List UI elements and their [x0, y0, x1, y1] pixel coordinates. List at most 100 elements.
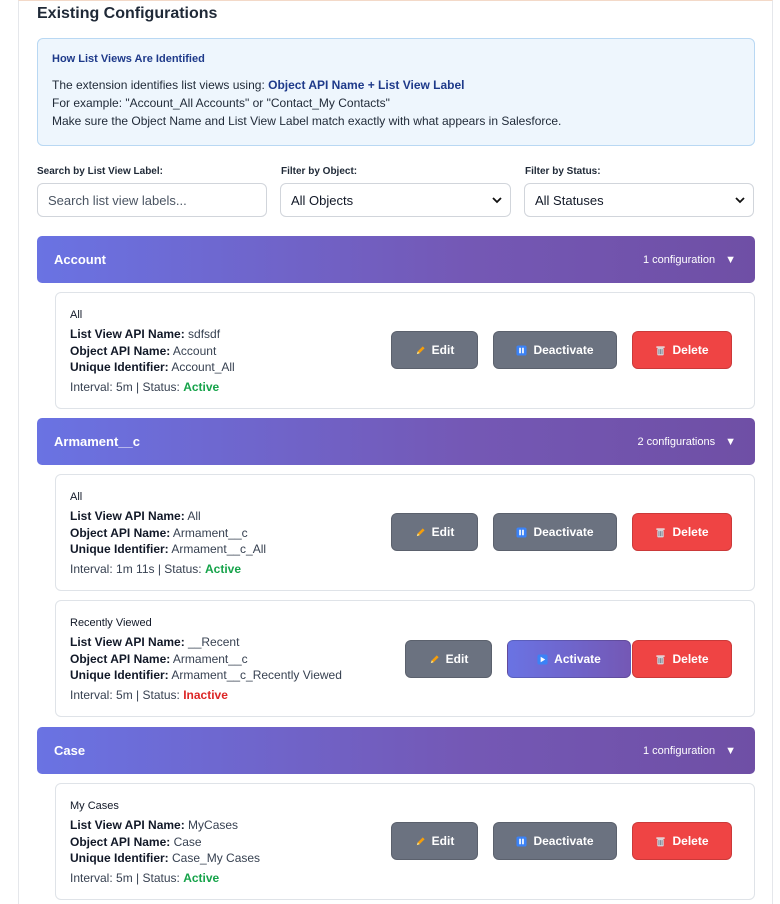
info-line-1-text: The extension identifies list views usin…: [52, 78, 269, 92]
object-api-name-value: Case: [173, 835, 202, 849]
config-title: Recently Viewed: [70, 617, 152, 629]
status-label: | Status:: [132, 688, 184, 702]
interval-status-line: Interval: 5m | Status: Active: [70, 871, 219, 885]
edit-button[interactable]: Edit: [405, 640, 492, 678]
info-line-2: For example: "Account_All Accounts" or "…: [52, 96, 390, 110]
deactivate-label: Deactivate: [533, 525, 594, 539]
deactivate-button[interactable]: Deactivate: [493, 513, 617, 551]
api-name-line: List View API Name: All: [70, 509, 201, 523]
edit-button[interactable]: Edit: [391, 822, 478, 860]
edit-label: Edit: [431, 834, 455, 848]
delete-label: Delete: [672, 525, 709, 539]
activate-label: Activate: [554, 652, 601, 666]
config-title: My Cases: [70, 800, 119, 812]
interval-value: 5m: [116, 871, 133, 885]
interval-label: Interval:: [70, 380, 117, 394]
unique-identifier-value: Case_My Cases: [172, 851, 261, 865]
unique-identifier-line: Unique Identifier: Account_All: [70, 360, 235, 374]
group-header-account[interactable]: Account 1 configuration ▼: [37, 236, 755, 283]
chevron-down-icon: [492, 197, 502, 204]
triangle-down-icon: ▼: [725, 435, 736, 448]
config-title: All: [70, 491, 83, 503]
trash-icon: [656, 527, 666, 537]
group-header-armament[interactable]: Armament__c 2 configurations ▼: [37, 418, 755, 465]
activate-button[interactable]: Activate: [507, 640, 631, 678]
delete-button[interactable]: Delete: [632, 513, 732, 551]
api-name-line: List View API Name: __Recent: [70, 635, 239, 649]
interval-status-line: Interval: 5m | Status: Inactive: [70, 688, 228, 702]
api-name-value: All: [187, 509, 201, 523]
status-label: | Status:: [154, 562, 205, 576]
edit-label: Edit: [445, 652, 469, 666]
interval-status-line: Interval: 1m 11s | Status: Active: [70, 562, 241, 576]
pause-icon: [516, 344, 528, 356]
page-title: Existing Configurations: [37, 5, 218, 22]
config-title: All: [70, 309, 83, 321]
unique-identifier-value: Armament__c_All: [171, 542, 267, 556]
interval-label: Interval:: [70, 688, 117, 702]
deactivate-label: Deactivate: [533, 834, 594, 848]
unique-identifier-line: Unique Identifier: Armament__c_All: [70, 542, 266, 556]
edit-label: Edit: [431, 343, 455, 357]
unique-identifier-label: Unique Identifier:: [70, 851, 169, 865]
api-name-value: sdfsdf: [188, 327, 221, 341]
deactivate-label: Deactivate: [533, 343, 594, 357]
triangle-down-icon: ▼: [725, 744, 736, 757]
info-line-1-bold: Object API Name + List View Label: [268, 78, 465, 92]
api-name-line: List View API Name: MyCases: [70, 818, 238, 832]
edit-button[interactable]: Edit: [391, 331, 478, 369]
unique-identifier-value: Armament__c_Recently Viewed: [171, 668, 342, 682]
api-name-line: List View API Name: sdfsdf: [70, 327, 220, 341]
unique-identifier-label: Unique Identifier:: [70, 668, 169, 682]
object-api-name-value: Account: [172, 344, 217, 358]
info-line-3: Make sure the Object Name and List View …: [52, 114, 562, 128]
chevron-down-icon: [735, 197, 745, 204]
delete-button[interactable]: Delete: [632, 822, 732, 860]
pause-icon: [516, 835, 528, 847]
object-api-name-line: Object API Name: Case: [70, 835, 202, 849]
object-api-name-line: Object API Name: Account: [70, 344, 216, 358]
interval-value: 1m 11s: [116, 562, 155, 576]
interval-label: Interval:: [70, 871, 117, 885]
object-api-name-label: Object API Name:: [70, 835, 171, 849]
group-header-case[interactable]: Case 1 configuration ▼: [37, 727, 755, 774]
deactivate-button[interactable]: Deactivate: [493, 822, 617, 860]
group-name: Case: [54, 743, 86, 758]
interval-value: 5m: [116, 688, 133, 702]
object-filter-select[interactable]: All Objects: [280, 183, 511, 217]
api-name-value: MyCases: [188, 818, 239, 832]
unique-identifier-line: Unique Identifier: Case_My Cases: [70, 851, 260, 865]
play-icon: [537, 653, 548, 665]
trash-icon: [656, 345, 666, 355]
group-count: 1 configuration: [642, 744, 716, 757]
group-name: Account: [54, 252, 106, 267]
edit-button[interactable]: Edit: [391, 513, 478, 551]
delete-label: Delete: [672, 343, 709, 357]
status-filter-label: Filter by Status:: [525, 166, 601, 177]
interval-status-line: Interval: 5m | Status: Active: [70, 380, 219, 394]
info-title: How List Views Are Identified: [52, 53, 205, 65]
status-filter-value: All Statuses: [535, 192, 604, 208]
api-name-label: List View API Name:: [70, 509, 185, 523]
object-api-name-label: Object API Name:: [70, 344, 171, 358]
pencil-icon: [416, 527, 425, 536]
delete-button[interactable]: Delete: [632, 640, 732, 678]
status-label: | Status:: [132, 380, 184, 394]
info-box: How List Views Are Identified The extens…: [37, 38, 755, 146]
status-filter-select[interactable]: All Statuses: [524, 183, 754, 217]
deactivate-button[interactable]: Deactivate: [493, 331, 617, 369]
pause-icon: [516, 526, 528, 538]
object-filter-value: All Objects: [291, 192, 354, 208]
object-api-name-value: Armament__c: [172, 652, 248, 666]
status-value: Inactive: [183, 688, 228, 702]
delete-button[interactable]: Delete: [632, 331, 732, 369]
object-api-name-label: Object API Name:: [70, 526, 171, 540]
object-api-name-line: Object API Name: Armament__c: [70, 526, 248, 540]
status-value: Active: [204, 562, 242, 576]
search-input[interactable]: Search list view labels...: [37, 183, 267, 217]
api-name-label: List View API Name:: [70, 635, 185, 649]
interval-label: Interval:: [70, 562, 117, 576]
group-name: Armament__c: [54, 434, 140, 449]
trash-icon: [656, 836, 666, 846]
info-line-1: The extension identifies list views usin…: [52, 76, 740, 94]
